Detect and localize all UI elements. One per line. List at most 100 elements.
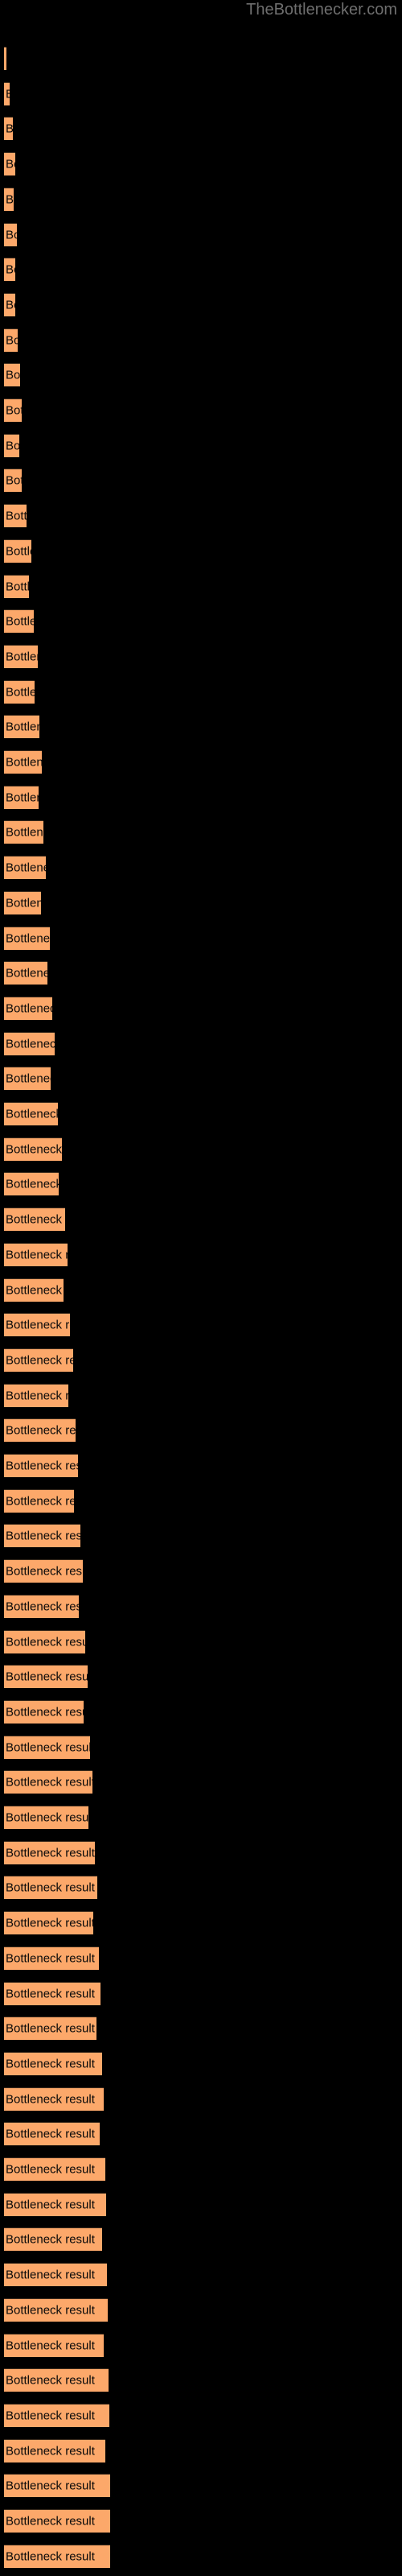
bar: Bottleneck result [4,1699,84,1724]
bar-label: Bottleneck result [6,1318,70,1332]
bar: Bottleneck result [4,1067,51,1091]
bar: Bottleneck result [4,433,19,457]
bar: Bottleneck result [4,1559,83,1583]
bar-label: Bottleneck result [6,1775,92,1790]
bar-label: Bottleneck result [6,1107,58,1121]
bar: Bottleneck result [4,2544,110,2568]
bar: Bottleneck result [4,715,39,739]
bar-chart: TheBottlenecker.com Bottleneck resultBot… [0,0,402,2576]
bar: Bottleneck result [4,2333,104,2357]
bar-label: Bottleneck result [6,791,39,805]
bar-label: Bottleneck result [6,685,35,700]
bar-label: Bottleneck result [6,157,15,171]
bar: Bottleneck result [4,1981,100,2005]
bar-label: Bottleneck result [6,192,14,207]
bar-label: Bottleneck result [6,1705,84,1719]
bar: Bottleneck result [4,2227,102,2252]
bar: Bottleneck result [4,1137,62,1161]
bar: Bottleneck result [4,2438,105,2462]
bar: Bottleneck result [4,2157,105,2181]
bar-label: Bottleneck result [6,333,18,348]
bar: Bottleneck result [4,1911,93,1935]
bar: Bottleneck result [4,1665,88,1689]
bar: Bottleneck result [4,1418,76,1443]
bar: Bottleneck result [4,152,15,176]
bar: Bottleneck result [4,1172,59,1196]
bars-layer: Bottleneck result Bottleneck result Bottle… [0,0,402,2576]
bar-label: Bottleneck result [6,1212,65,1227]
bar-label: Bottleneck result [6,861,46,875]
bar: Bottleneck result [4,2087,104,2111]
bar-label: Bottleneck result [6,896,41,910]
bar-label: Bottleneck result [6,2303,95,2318]
bar-label: Bottleneck result [6,1846,95,1860]
bar-label: Bottleneck result [6,2127,95,2141]
bar-label: Bottleneck result [6,1177,59,1191]
bar: Bottleneck result [4,750,42,774]
bar: Bottleneck result [4,1208,65,1232]
bar-label: Bottleneck result [6,580,29,593]
bar-label: Bottleneck result [6,1670,88,1684]
bar: Bottleneck result [4,2192,106,2216]
bar-label: Bottleneck result [6,1353,73,1368]
bar: Bottleneck result [4,961,47,985]
bar-label: Bottleneck result [6,122,13,136]
bar-label: Bottleneck result [6,473,22,488]
bar-label: Bottleneck result [6,2339,95,2352]
bar: Bottleneck result [4,2474,110,2498]
bar-label: Bottleneck result [6,2232,95,2247]
bar-label: Bottleneck result [6,87,10,101]
bar: Bottleneck result [4,785,39,809]
bar: Bottleneck result [4,81,10,105]
bar: Bottleneck result [4,1278,64,1302]
bar-label: Bottleneck result [6,614,34,629]
bar: Bottleneck result [4,292,15,316]
bar-label: Bottleneck result [6,1951,95,1966]
bar-label: Bottleneck result [6,2092,95,2107]
bar: Bottleneck result [4,363,20,387]
bar: Bottleneck result [4,1488,74,1513]
bar-label: Bottleneck result [6,825,43,840]
bar: Bottleneck result [4,2403,109,2427]
bar: Bottleneck result [4,574,29,598]
bar-label: Bottleneck result [6,2268,95,2282]
bar: Bottleneck result [4,2509,110,2533]
bar-label: Bottleneck result [6,2021,95,2036]
bar: Bottleneck result [4,469,22,493]
bar-label: Bottleneck result [6,1810,88,1825]
bar-label: Bottleneck result [6,2198,95,2212]
bar: Bottleneck result [4,1348,73,1372]
bar-label: Bottleneck result [6,966,47,980]
bar-label: Bottleneck result [6,1001,52,1016]
bar: Bottleneck result [4,926,50,950]
bar: Bottleneck result [4,1770,92,1794]
bar: Bottleneck result [4,222,17,246]
bar-label: Bottleneck result [6,298,15,312]
bar-label: Bottleneck result [6,1494,74,1509]
bar-label: Bottleneck result [6,1987,95,2000]
bar-label: Bottleneck result [6,368,20,382]
bar: Bottleneck result [4,2297,108,2322]
bar: Bottleneck result [4,2017,96,2041]
bar-label: Bottleneck result [6,2514,95,2529]
bar: Bottleneck result [4,1031,55,1055]
bar-label: Bottleneck result [6,755,42,770]
bar-label: Bottleneck result [6,2549,95,2564]
bar-label: Bottleneck result [6,1423,76,1438]
bar-label: Bottleneck result [6,439,19,453]
bar: Bottleneck result [4,117,13,141]
bar-label: Bottleneck result [6,1600,79,1614]
bar-label: Bottleneck result [6,1071,51,1086]
bar: Bottleneck result [4,1524,80,1548]
bar-label: Bottleneck result [6,228,17,242]
bar: Bottleneck result [4,187,14,211]
bar-label: Bottleneck result [6,1529,80,1543]
bar-label: Bottleneck result [6,650,38,664]
bar: Bottleneck result [4,47,6,70]
bar-label: Bottleneck result [6,1916,93,1930]
bar-label: Bottleneck result [6,2444,95,2458]
bar-label: Bottleneck result [6,262,15,277]
bar: Bottleneck result [4,679,35,704]
bar: Bottleneck result [4,1946,99,1970]
bar-label: Bottleneck result [6,1880,95,1895]
